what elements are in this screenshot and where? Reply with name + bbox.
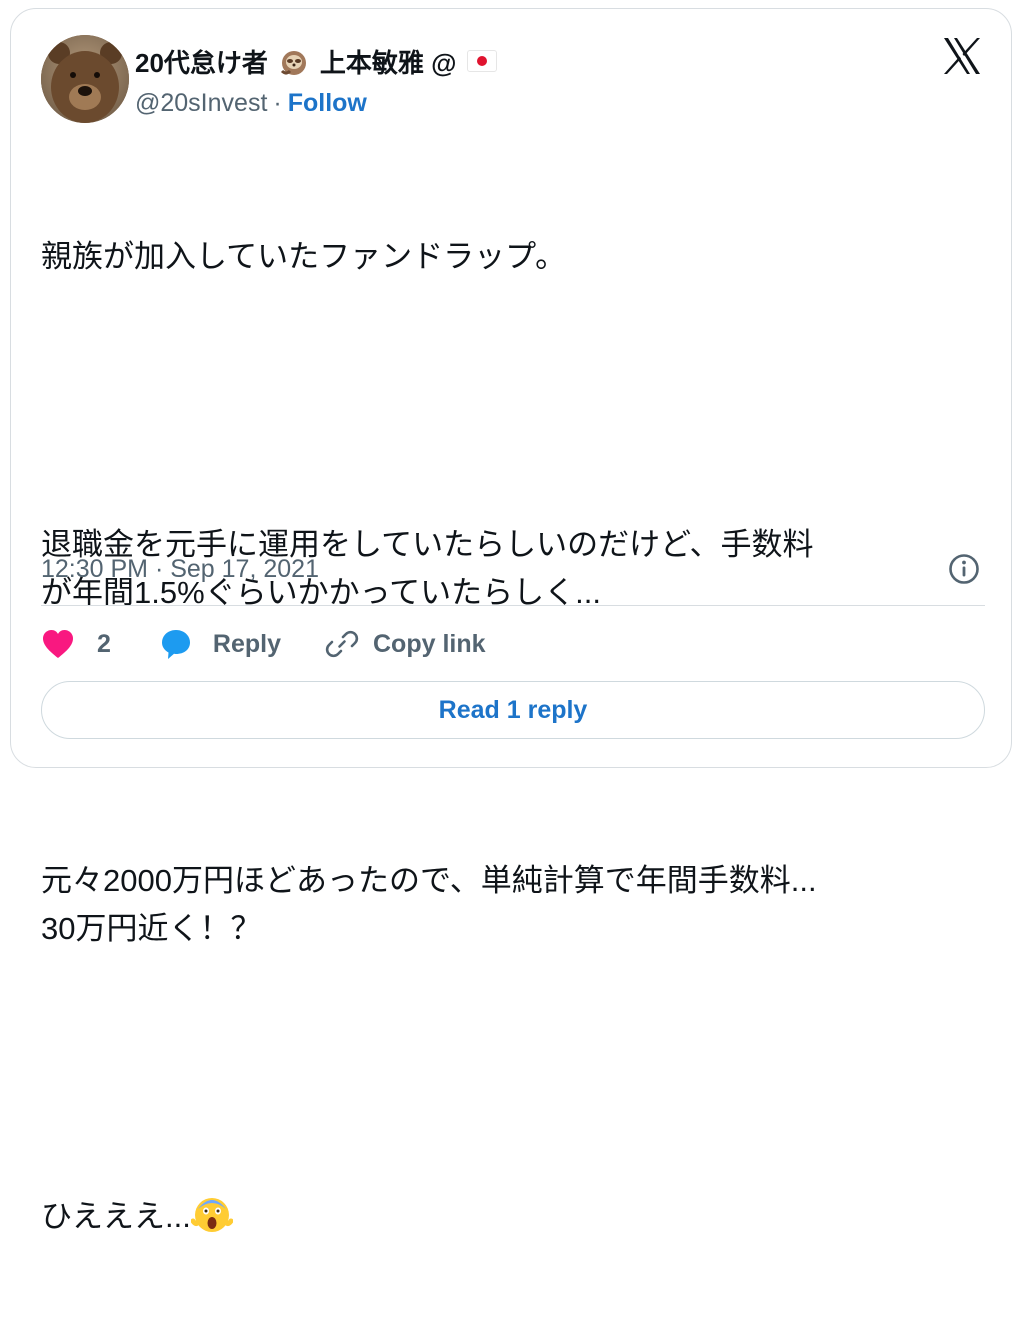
tweet-paragraph: 親族が加入していたファンドラップ。 [41, 239, 567, 274]
display-name-text[interactable]: 20代怠け者 [135, 43, 268, 80]
separator-dot: · [273, 88, 282, 117]
info-icon[interactable] [947, 552, 981, 586]
tweet-timestamp[interactable]: 12:30 PM · Sep 17, 2021 [41, 555, 319, 584]
author-block: 20代怠け者 上本敏雅 @ @20sInvest · Follow [135, 39, 497, 127]
copy-link-button[interactable]: Copy link [325, 627, 486, 661]
japan-flag-icon [466, 50, 497, 72]
reply-label: Reply [212, 629, 281, 658]
bear-avatar-image [41, 35, 129, 123]
sloth-icon [280, 51, 306, 75]
link-icon [325, 630, 359, 658]
display-name[interactable]: 20代怠け者 上本敏雅 @ [135, 39, 497, 83]
screaming-face-icon [190, 1198, 233, 1232]
handle-row: @20sInvest · Follow [135, 83, 497, 123]
heart-icon [43, 630, 73, 658]
tweet-paragraph: ひえええ... [41, 1199, 191, 1234]
read-replies-button[interactable]: Read 1 reply [41, 681, 985, 739]
timestamp-row: 12:30 PM · Sep 17, 2021 [41, 549, 981, 589]
divider [41, 605, 985, 606]
reply-button[interactable]: Reply [159, 627, 281, 661]
tweet-paragraph: 元々2000万円ほどあったので、単純計算で年間手数料... 30万円近く！？ [41, 863, 817, 946]
copy-link-label: Copy link [373, 629, 486, 658]
tweet-last-line: ひえええ... [41, 1193, 991, 1241]
x-logo-icon[interactable] [941, 35, 983, 77]
action-bar: 2 Reply Copy link [41, 619, 486, 669]
reply-bubble-icon [161, 630, 190, 659]
bear-avatar[interactable] [41, 35, 129, 123]
user-handle[interactable]: @20sInvest [135, 89, 267, 118]
like-button[interactable]: 2 [41, 628, 111, 660]
tweet-blank-line [41, 377, 991, 425]
like-count: 2 [97, 629, 111, 658]
tweet-blank-line [41, 1049, 991, 1097]
tweet-card: 20代怠け者 上本敏雅 @ @20sInvest · Follow 親族が加入し… [10, 8, 1012, 1234]
read-replies-label: Read 1 reply [438, 695, 588, 724]
follow-button[interactable]: Follow [288, 89, 367, 118]
display-name-suffix[interactable]: 上本敏雅 @ [320, 43, 457, 80]
